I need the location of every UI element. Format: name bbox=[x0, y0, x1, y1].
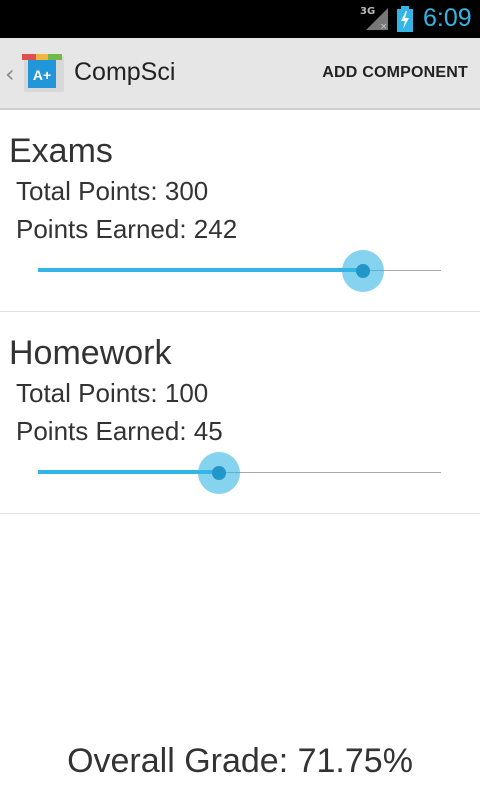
component-exams: Exams Total Points: 300 Points Earned: 2… bbox=[0, 110, 480, 312]
total-points-label: Total Points: 300 bbox=[16, 176, 209, 206]
action-bar: ‹ A+ CompSci ADD COMPONENT bbox=[0, 38, 480, 110]
add-component-button[interactable]: ADD COMPONENT bbox=[322, 64, 468, 82]
points-earned-label: Points Earned: 45 bbox=[16, 416, 223, 446]
clock: 6:09 bbox=[423, 4, 472, 32]
component-name: Exams bbox=[9, 132, 113, 170]
component-name: Homework bbox=[9, 334, 172, 372]
status-bar: 3G × 6:09 bbox=[0, 0, 480, 38]
signal-icon: × bbox=[366, 8, 388, 32]
total-points-label: Total Points: 100 bbox=[16, 378, 209, 408]
app-icon-text: A+ bbox=[33, 67, 51, 83]
points-earned-slider[interactable] bbox=[38, 250, 441, 292]
app-title: CompSci bbox=[74, 58, 176, 86]
slider-thumb-center[interactable] bbox=[356, 264, 371, 278]
points-earned-label: Points Earned: 242 bbox=[16, 214, 238, 244]
slider-progress bbox=[38, 470, 220, 474]
points-earned-slider[interactable] bbox=[38, 452, 441, 494]
overall-grade: Overall Grade: 71.75% bbox=[67, 742, 413, 780]
component-homework: Homework Total Points: 100 Points Earned… bbox=[0, 312, 480, 514]
up-navigation-icon[interactable]: ‹ bbox=[5, 60, 15, 88]
app-logo-icon[interactable]: A+ bbox=[20, 54, 66, 94]
svg-text:×: × bbox=[380, 22, 388, 32]
battery-charging-icon bbox=[397, 6, 413, 32]
slider-progress bbox=[38, 268, 364, 272]
